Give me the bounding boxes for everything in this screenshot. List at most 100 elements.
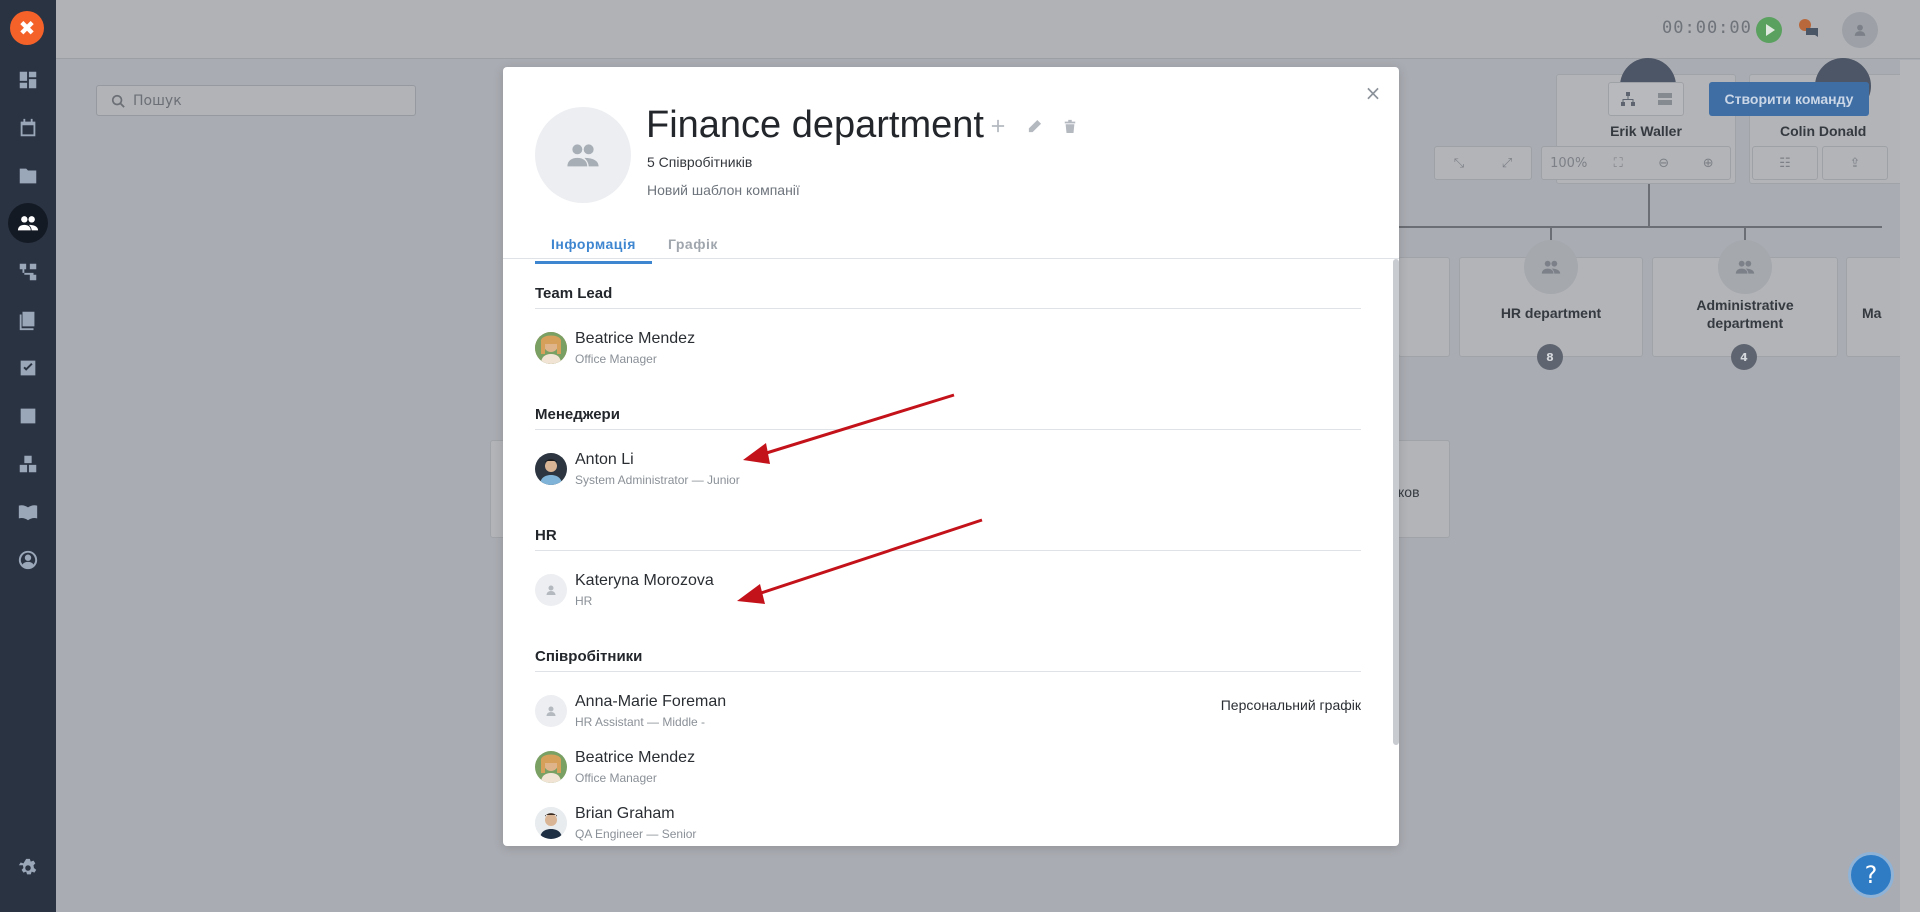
member-name[interactable]: Beatrice Mendez (575, 749, 695, 767)
search-icon (111, 94, 125, 108)
dashboard-icon[interactable] (12, 64, 44, 96)
department-name: HR department (1500, 305, 1602, 321)
department-icon (1524, 240, 1578, 294)
department-modal: × Finance department 5 Співробітників Но… (503, 67, 1399, 846)
view-toggle[interactable] (1608, 82, 1684, 116)
org-connector (1648, 184, 1650, 226)
org-chart-view-icon[interactable] (1609, 83, 1646, 115)
department-name: Ma (1862, 305, 1882, 321)
member-role: Office Manager (575, 771, 657, 785)
zoom-in-icon[interactable]: ⊕ (1686, 156, 1730, 171)
member-row[interactable]: Brian Graham QA Engineer — Senior (535, 801, 1361, 841)
member-name[interactable]: Kateryna Morozova (575, 572, 714, 590)
folder-person-icon[interactable] (12, 160, 44, 192)
user-avatar[interactable] (1842, 12, 1878, 48)
app-logo[interactable]: ✖ (10, 11, 44, 45)
export-icon: ⇪ (1849, 155, 1861, 171)
search-placeholder: Пошук (133, 92, 182, 109)
member-role: Office Manager (575, 352, 657, 366)
department-count-badge: 4 (1731, 344, 1757, 370)
section-title: Менеджери (535, 406, 1361, 430)
tree-layout-button[interactable]: ☷ (1752, 146, 1818, 180)
department-title: Finance department (646, 104, 984, 146)
department-icon (1718, 240, 1772, 294)
calendar-icon[interactable] (12, 112, 44, 144)
edit-icon[interactable] (1026, 117, 1042, 135)
add-icon[interactable] (990, 117, 1006, 135)
member-row[interactable]: Anna-Marie Foreman HR Assistant — Middle… (535, 689, 1361, 729)
member-name[interactable]: Anton Li (575, 451, 634, 469)
member-avatar (535, 751, 567, 783)
fit-screen-icon[interactable]: ⛶ (1595, 156, 1641, 171)
expand-icon[interactable]: ⤢ (1483, 156, 1531, 171)
member-row[interactable]: Kateryna Morozova HR (535, 568, 1361, 608)
member-role: HR Assistant — Middle - (575, 715, 706, 729)
search-input[interactable]: Пошук (96, 85, 416, 116)
documents-icon[interactable] (12, 304, 44, 336)
delete-icon[interactable] (1062, 117, 1078, 135)
member-avatar (535, 574, 567, 606)
inventory-icon[interactable] (12, 448, 44, 480)
header-actions (990, 117, 1078, 135)
tree-layout-icon: ☷ (1779, 155, 1791, 171)
person-icon (546, 585, 556, 595)
modal-scrollbar[interactable] (1393, 259, 1399, 745)
top-bar (56, 0, 1920, 59)
section-team-lead: Team Lead (535, 285, 1361, 309)
member-name[interactable]: Beatrice Mendez (575, 330, 695, 348)
person-name: Colin Donald (1780, 123, 1867, 139)
zoom-out-icon[interactable]: ⊖ (1641, 156, 1687, 171)
chat-icon[interactable] (1796, 17, 1820, 41)
team-icon (567, 144, 599, 167)
analytics-icon[interactable] (12, 400, 44, 432)
department-name-partial: ков (1398, 484, 1420, 500)
close-icon[interactable]: × (1363, 83, 1383, 103)
page-scrollbar[interactable] (1900, 60, 1920, 912)
section-hr: HR (535, 527, 1361, 551)
create-team-button[interactable]: Створити команду (1709, 82, 1869, 116)
department-card[interactable] (1398, 257, 1450, 357)
member-avatar (535, 453, 567, 485)
department-count-badge: 8 (1537, 344, 1563, 370)
member-avatar (535, 695, 567, 727)
company-template[interactable]: Новий шаблон компанії (647, 182, 800, 198)
member-name[interactable]: Anna-Marie Foreman (575, 693, 726, 711)
org-structure-icon[interactable] (12, 256, 44, 288)
member-role: HR (575, 594, 593, 608)
member-schedule[interactable]: Персональний графік (1221, 697, 1361, 713)
person-icon (546, 706, 556, 716)
section-employees: Співробітники (535, 648, 1361, 672)
member-role: System Administrator — Junior (575, 473, 740, 487)
list-view-icon[interactable] (1646, 83, 1683, 115)
sidebar: ✖ (0, 0, 56, 912)
member-avatar (535, 332, 567, 364)
member-avatar (535, 807, 567, 839)
zoom-controls: 100% ⛶ ⊖ ⊕ (1541, 146, 1731, 180)
person-name: Erik Waller (1610, 123, 1682, 139)
section-title: HR (535, 527, 1361, 551)
department-avatar (535, 107, 631, 203)
expand-collapse-controls: ⤡ ⤢ (1434, 146, 1532, 180)
section-managers: Менеджери (535, 406, 1361, 430)
knowledge-base-icon[interactable] (12, 496, 44, 528)
team-icon[interactable] (8, 203, 48, 243)
section-title: Team Lead (535, 285, 1361, 309)
member-row[interactable]: Beatrice Mendez Office Manager (535, 326, 1361, 366)
collapse-icon[interactable]: ⤡ (1435, 156, 1483, 171)
member-row[interactable]: Beatrice Mendez Office Manager (535, 745, 1361, 785)
play-timer-button[interactable] (1756, 17, 1782, 43)
member-name[interactable]: Brian Graham (575, 805, 675, 823)
tasks-icon[interactable] (12, 352, 44, 384)
modal-content: Team Lead Beatrice Mendez Office Manager… (535, 259, 1361, 846)
help-button[interactable]: ? (1848, 852, 1894, 898)
employee-count: 5 Співробітників (647, 154, 753, 170)
settings-icon[interactable] (12, 852, 44, 884)
member-row[interactable]: Anton Li System Administrator — Junior (535, 447, 1361, 487)
department-name: Administrative department (1696, 297, 1794, 331)
zoom-level: 100% (1550, 155, 1588, 171)
time-tracker-display: 00:00:00 (1662, 18, 1752, 38)
profile-icon[interactable] (12, 544, 44, 576)
member-role: QA Engineer — Senior (575, 827, 697, 841)
export-button[interactable]: ⇪ (1822, 146, 1888, 180)
section-title: Співробітники (535, 648, 1361, 672)
